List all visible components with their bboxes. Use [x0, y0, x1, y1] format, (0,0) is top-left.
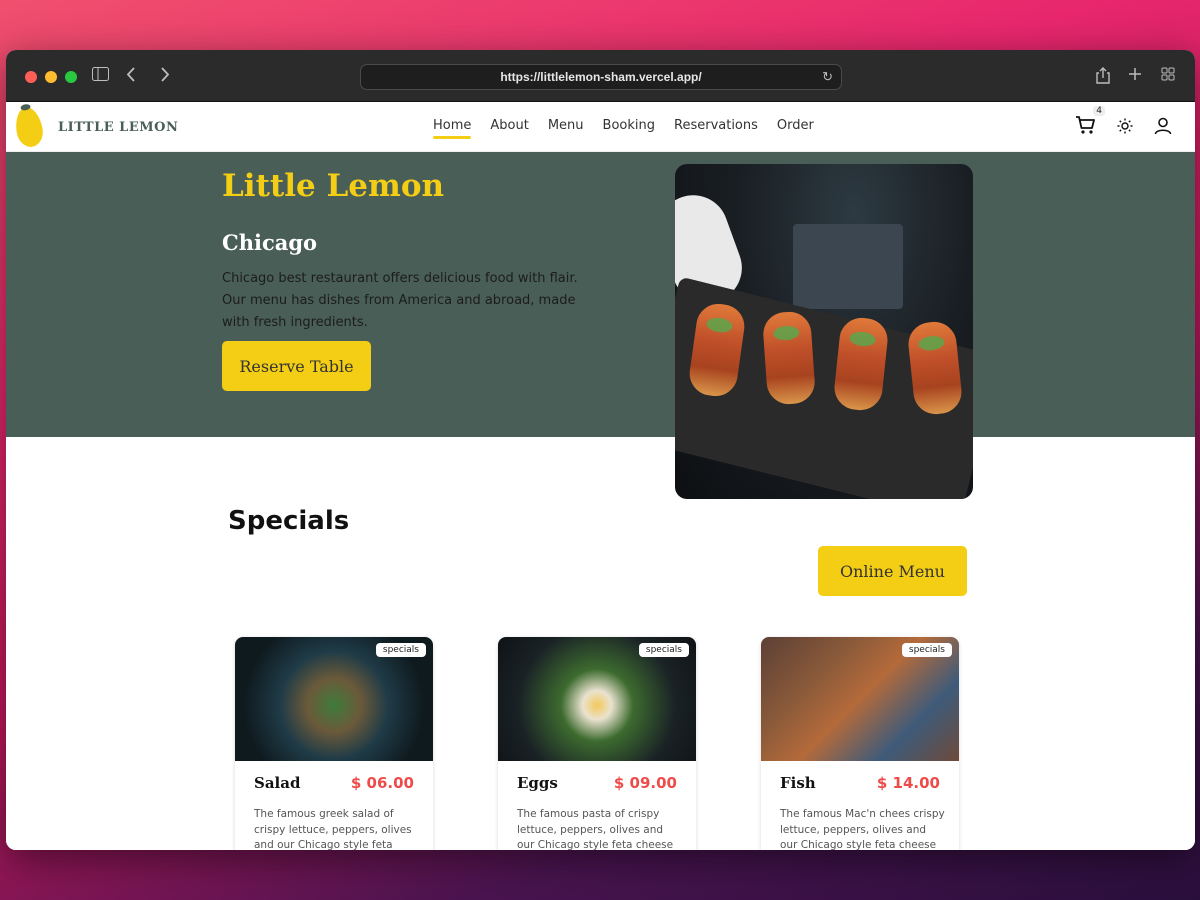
hero-description: Chicago best restaurant offers delicious…: [222, 271, 578, 330]
nav-link-home[interactable]: Home: [433, 118, 472, 139]
address-bar[interactable]: https://littlelemon-sham.vercel.app/ ↻: [360, 64, 842, 90]
sun-icon: [1117, 118, 1133, 134]
page-viewport: LITTLE LEMON Home About Menu Booking Res…: [6, 102, 1195, 850]
maximize-window-button[interactable]: [65, 71, 77, 83]
site-navbar: LITTLE LEMON Home About Menu Booking Res…: [6, 102, 1195, 152]
minimize-window-button[interactable]: [45, 71, 57, 83]
cart-button[interactable]: 4: [1075, 106, 1105, 138]
nav-link-booking[interactable]: Booking: [603, 118, 655, 136]
back-icon[interactable]: [126, 67, 136, 86]
browser-window: https://littlelemon-sham.vercel.app/ ↻ L…: [6, 50, 1195, 850]
card-title: Salad: [254, 774, 301, 792]
nav-link-about[interactable]: About: [490, 118, 528, 136]
tab-overview-icon[interactable]: [1161, 67, 1175, 85]
online-menu-button[interactable]: Online Menu: [818, 546, 967, 596]
browser-titlebar: https://littlelemon-sham.vercel.app/ ↻: [6, 50, 1195, 102]
lemon-logo-icon: [12, 105, 46, 149]
user-icon: [1154, 117, 1172, 135]
card-title: Fish: [780, 774, 816, 792]
card-description: The famous Mac'n chees crispy lettuce, p…: [780, 808, 945, 850]
nav-link-reservations[interactable]: Reservations: [674, 118, 758, 136]
window-controls: [25, 71, 77, 83]
card-description: The famous pasta of crispy lettuce, pepp…: [517, 808, 674, 850]
cart-icon: [1076, 116, 1095, 134]
user-account-button[interactable]: [1151, 114, 1175, 138]
salad-image: specials: [235, 637, 433, 761]
reload-icon[interactable]: ↻: [822, 69, 833, 85]
card-price: $ 14.00: [876, 774, 940, 792]
hero-title: Little Lemon: [222, 168, 445, 204]
hero-city: Chicago: [222, 230, 318, 255]
reserve-table-button[interactable]: Reserve Table: [222, 341, 371, 391]
apron-pocket: [793, 224, 903, 309]
card-price: $ 06.00: [350, 774, 414, 792]
nav-link-menu[interactable]: Menu: [548, 118, 584, 136]
specials-badge: specials: [375, 643, 426, 657]
special-card-salad[interactable]: specials Salad $ 06.00 The famous greek …: [235, 637, 433, 850]
cart-count-badge: 4: [1093, 106, 1105, 116]
hero-section: Little Lemon Chicago Chicago best restau…: [6, 152, 1195, 499]
special-card-fish[interactable]: specials Fish $ 14.00 The famous Mac'n c…: [761, 637, 959, 850]
nav-link-order[interactable]: Order: [777, 118, 814, 136]
nav-actions: 4: [1075, 106, 1175, 138]
eggs-image: specials: [498, 637, 696, 761]
theme-toggle-button[interactable]: [1113, 114, 1137, 138]
address-bar-url: https://littlelemon-sham.vercel.app/: [500, 70, 702, 84]
site-logo[interactable]: LITTLE LEMON: [12, 105, 179, 149]
new-tab-icon[interactable]: [1128, 67, 1142, 85]
special-card-eggs[interactable]: specials Eggs $ 09.00 The famous pasta o…: [498, 637, 696, 850]
forward-icon[interactable]: [160, 67, 170, 86]
card-title: Eggs: [517, 774, 558, 792]
specials-title: Specials: [228, 506, 350, 536]
share-icon[interactable]: [1096, 67, 1110, 88]
specials-badge: specials: [901, 643, 952, 657]
sidebar-toggle-icon[interactable]: [92, 67, 109, 85]
specials-badge: specials: [638, 643, 689, 657]
close-window-button[interactable]: [25, 71, 37, 83]
bruschetta-4: [906, 319, 964, 417]
bruschetta-2: [761, 310, 817, 406]
hero-image: [675, 164, 973, 499]
card-description: The famous greek salad of crispy lettuce…: [254, 808, 412, 850]
fish-image: specials: [761, 637, 959, 761]
brand-name: LITTLE LEMON: [58, 119, 179, 135]
nav-links: Home About Menu Booking Reservations Ord…: [433, 118, 814, 139]
card-price: $ 09.00: [613, 774, 677, 792]
